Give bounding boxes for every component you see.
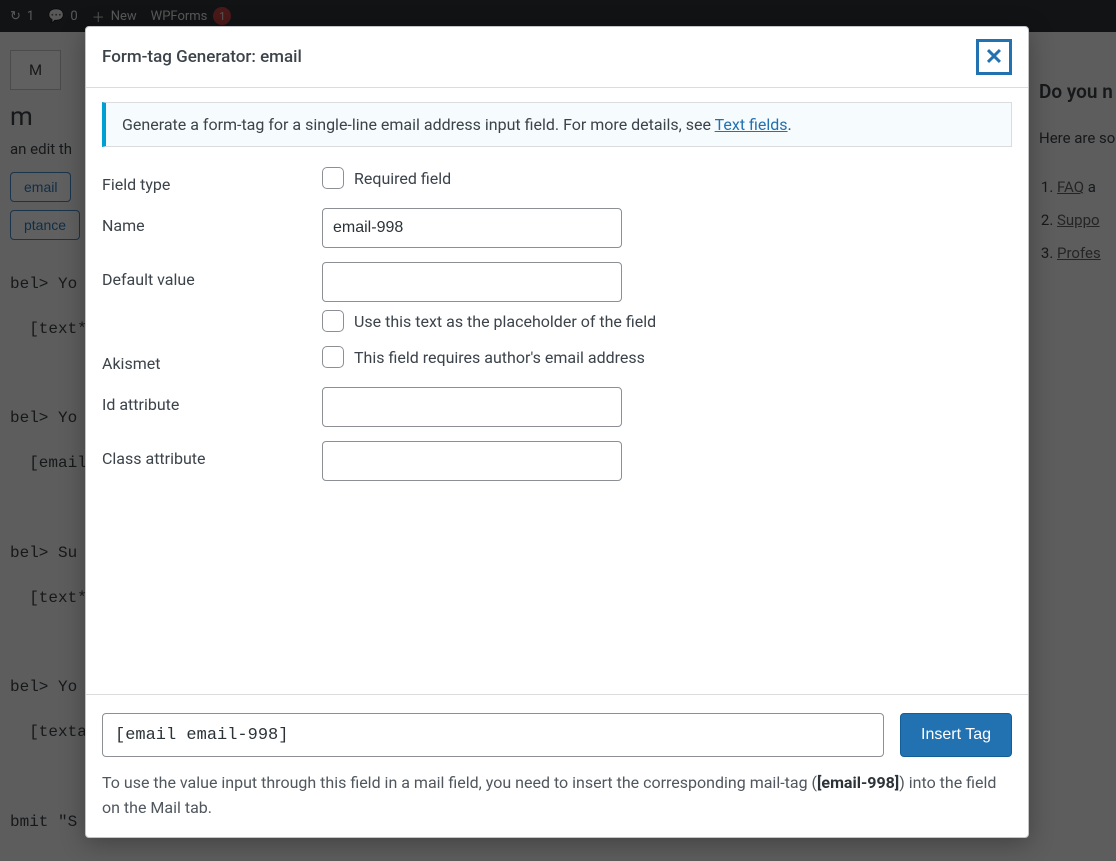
close-icon: ✕ — [985, 44, 1003, 70]
akismet-checkbox[interactable] — [322, 346, 344, 368]
label-required: Required field — [354, 169, 451, 188]
info-banner: Generate a form-tag for a single-line em… — [102, 102, 1012, 147]
label-default-value: Default value — [102, 262, 312, 289]
required-checkbox[interactable] — [322, 167, 344, 189]
modal-title: Form-tag Generator: email — [102, 47, 302, 67]
id-attribute-input[interactable] — [322, 387, 622, 427]
class-attribute-input[interactable] — [322, 441, 622, 481]
shortcode-output[interactable] — [102, 713, 884, 757]
label-class-attribute: Class attribute — [102, 441, 312, 468]
label-id-attribute: Id attribute — [102, 387, 312, 414]
insert-tag-button[interactable]: Insert Tag — [900, 713, 1012, 757]
text-fields-link[interactable]: Text fields — [715, 115, 788, 134]
placeholder-checkbox[interactable] — [322, 310, 344, 332]
default-value-input[interactable] — [322, 262, 622, 302]
label-akismet-desc: This field requires author's email addre… — [354, 348, 645, 367]
label-placeholder: Use this text as the placeholder of the … — [354, 312, 656, 331]
footer-note: To use the value input through this fiel… — [102, 771, 1012, 821]
label-name: Name — [102, 208, 312, 235]
label-field-type: Field type — [102, 167, 312, 194]
close-button[interactable]: ✕ — [976, 39, 1012, 75]
form-tag-generator-modal: Form-tag Generator: email ✕ Generate a f… — [85, 26, 1029, 838]
name-input[interactable] — [322, 208, 622, 248]
label-akismet: Akismet — [102, 346, 312, 373]
